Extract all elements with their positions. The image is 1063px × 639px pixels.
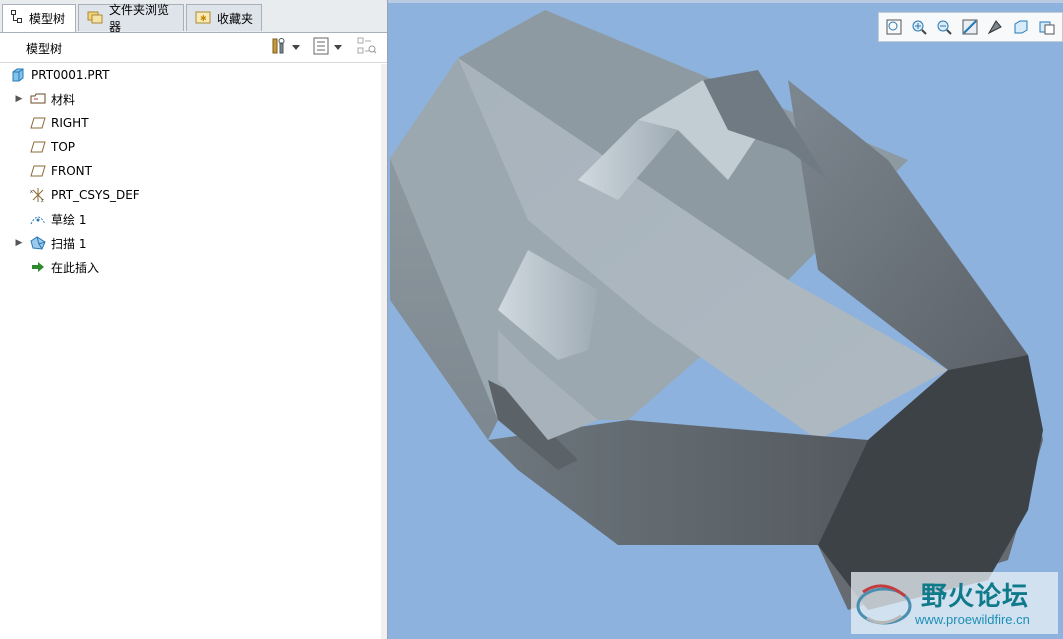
panel-scrollbar[interactable] — [381, 64, 387, 639]
show-dropdown[interactable] — [332, 37, 344, 57]
folder-browser-icon — [87, 10, 103, 27]
tree-item-label: FRONT — [51, 164, 92, 178]
filter-button[interactable] — [356, 37, 378, 57]
svg-text:z: z — [41, 198, 44, 203]
tab-label: 文件夹浏览器 — [109, 3, 170, 34]
tab-label: 模型树 — [29, 12, 66, 26]
datum-plane-icon — [30, 115, 46, 131]
tab-favorites[interactable]: ✱ 收藏夹 — [186, 4, 262, 31]
list-icon — [313, 37, 329, 58]
tab-folder-browser[interactable]: 文件夹浏览器 — [78, 3, 184, 34]
repaint-icon — [962, 19, 978, 38]
tree-item-label: PRT0001.PRT — [31, 68, 110, 82]
tree-title: 模型树 — [26, 42, 63, 56]
datum-plane-icon — [30, 139, 46, 155]
tree-item-label: RIGHT — [51, 116, 89, 130]
view-manager-button[interactable] — [1037, 18, 1057, 38]
settings-button[interactable] — [268, 37, 290, 57]
tree-item-label: PRT_CSYS_DEF — [51, 188, 140, 202]
repaint-button[interactable] — [960, 18, 980, 38]
datum-plane-icon — [30, 163, 46, 179]
svg-text:x: x — [30, 189, 33, 195]
chevron-down-icon — [334, 40, 342, 54]
part-icon — [10, 67, 26, 83]
zoom-out-button[interactable] — [934, 18, 954, 38]
zoom-in-icon — [911, 19, 927, 38]
expand-arrow-icon[interactable]: ▶ — [14, 238, 24, 248]
view-manager-icon — [1039, 19, 1055, 38]
tree-item-datum-top[interactable]: TOP — [0, 136, 380, 158]
model-3d-view[interactable] — [388, 0, 1063, 639]
svg-text:✱: ✱ — [200, 14, 207, 23]
watermark-logo-icon — [853, 578, 915, 633]
watermark-url: www.proewildfire.cn — [915, 612, 1030, 627]
tree-item-label: 材料 — [51, 92, 76, 107]
tree-item-part[interactable]: PRT0001.PRT — [0, 64, 380, 86]
tree-item-insert-here[interactable]: 在此插入 — [0, 256, 380, 278]
display-style-button[interactable] — [985, 18, 1005, 38]
model-tree-panel: 模型树 文件夹浏览器 ✱ 收藏夹 模型树 PRT0001.PRT ▶ 材料 RI… — [0, 0, 388, 639]
graphics-window[interactable]: 野火论坛 www.proewildfire.cn — [388, 0, 1063, 639]
tree-toolbar: 模型树 — [0, 32, 387, 63]
favorites-icon: ✱ — [195, 10, 211, 27]
sketch-icon — [30, 211, 46, 227]
chevron-down-icon — [292, 40, 300, 54]
tree-item-label: 扫描 1 — [51, 236, 87, 251]
saved-orientations-button[interactable] — [1011, 18, 1031, 38]
watermark: 野火论坛 www.proewildfire.cn — [851, 572, 1058, 634]
tree-item-datum-front[interactable]: FRONT — [0, 160, 380, 182]
tools-icon — [270, 37, 288, 58]
tree-item-sketch[interactable]: 草绘 1 — [0, 208, 380, 230]
refit-button[interactable] — [884, 18, 904, 38]
tree-item-datum-right[interactable]: RIGHT — [0, 112, 380, 134]
tree-item-sweep[interactable]: ▶ 扫描 1 — [0, 232, 380, 254]
csys-icon: xz — [30, 187, 46, 203]
insert-here-icon — [30, 259, 46, 275]
watermark-title: 野火论坛 — [921, 582, 1030, 612]
sweep-icon — [30, 235, 46, 251]
tab-label: 收藏夹 — [217, 11, 254, 26]
tree-item-label: TOP — [51, 140, 76, 154]
tree-item-csys[interactable]: xz PRT_CSYS_DEF — [0, 184, 380, 206]
filter-icon — [357, 37, 377, 58]
show-button[interactable] — [310, 37, 332, 57]
refit-icon — [886, 19, 902, 38]
zoom-out-icon — [936, 19, 952, 38]
tab-model-tree[interactable]: 模型树 — [2, 4, 76, 32]
model-tree-icon — [11, 10, 23, 27]
navigator-tabs: 模型树 文件夹浏览器 ✱ 收藏夹 — [0, 0, 387, 34]
view-toolbar — [878, 12, 1063, 42]
tree-item-label: 在此插入 — [51, 260, 100, 275]
zoom-in-button[interactable] — [909, 18, 929, 38]
settings-dropdown[interactable] — [290, 37, 302, 57]
display-style-icon — [987, 19, 1003, 38]
saved-orientations-icon — [1013, 19, 1029, 38]
material-icon — [30, 91, 46, 107]
tree-item-label: 草绘 1 — [51, 212, 87, 227]
tree-item-material[interactable]: ▶ 材料 — [0, 88, 380, 110]
expand-arrow-icon[interactable]: ▶ — [14, 94, 24, 104]
